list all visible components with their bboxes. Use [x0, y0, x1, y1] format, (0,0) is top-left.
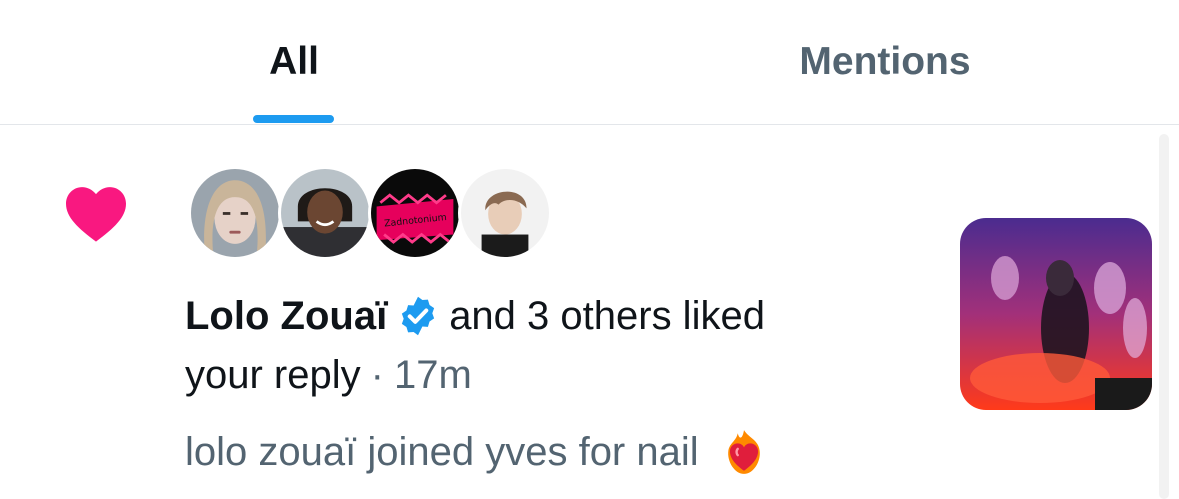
notification-text-line-2: your reply · 17m [185, 347, 472, 403]
timestamp: 17m [393, 352, 472, 397]
avatar[interactable] [458, 166, 552, 260]
notification-text-line-1: Lolo Zouaï and 3 others liked [185, 288, 765, 344]
action-text-continued: your reply [185, 352, 361, 397]
action-text: and 3 others liked [449, 293, 765, 338]
reply-preview: lolo zouaï joined yves for nail [185, 424, 769, 480]
user-name[interactable]: Lolo Zouaï [185, 294, 387, 339]
media-thumbnail[interactable] [960, 218, 1152, 410]
tab-mentions-label: Mentions [799, 40, 971, 83]
preview-text: lolo zouaï joined yves for nail [185, 429, 699, 474]
tab-all-label: All [269, 40, 319, 83]
active-tab-indicator [253, 115, 334, 123]
tab-all[interactable]: All [194, 0, 394, 124]
notifications-page: All Mentions Zadnotonium Lolo Zouaï and … [0, 0, 1179, 499]
separator-dot: · [370, 352, 384, 397]
heart-on-fire-icon [727, 430, 760, 474]
avatar[interactable] [188, 166, 282, 260]
tab-mentions[interactable]: Mentions [735, 0, 1035, 124]
heart-icon [66, 187, 126, 242]
avatar[interactable] [278, 166, 372, 260]
scrollbar[interactable] [1159, 134, 1169, 499]
notification-tabs: All Mentions [0, 0, 1179, 125]
verified-badge-icon [402, 296, 435, 336]
avatar[interactable]: Zadnotonium [368, 166, 462, 260]
